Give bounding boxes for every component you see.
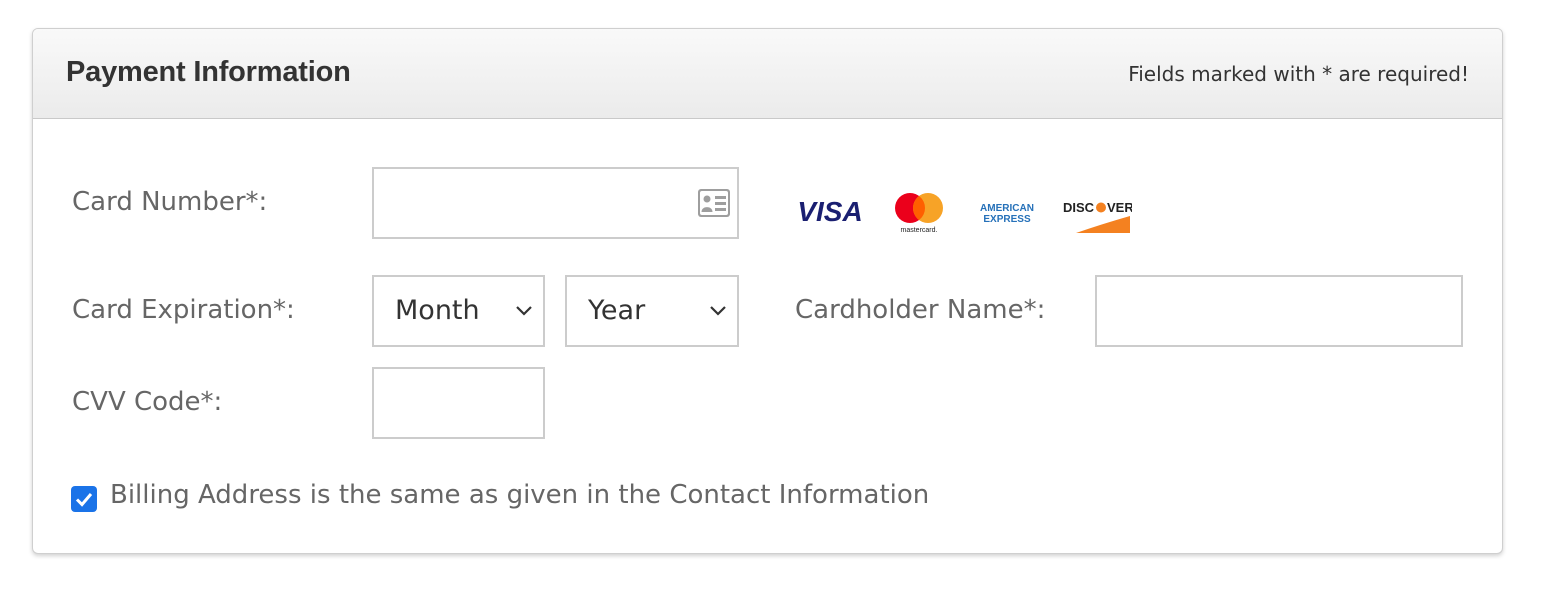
- chevron-down-icon: [710, 306, 726, 316]
- chevron-down-icon: [516, 306, 532, 316]
- visa-logo-icon: VISA: [797, 196, 862, 226]
- cvv-code-input[interactable]: [372, 367, 545, 439]
- checkmark-icon: [75, 493, 93, 507]
- svg-text:DISC: DISC: [1063, 200, 1095, 215]
- expiration-month-value: Month: [395, 295, 480, 326]
- discover-logo-icon: DISC VER: [1063, 200, 1132, 233]
- american-express-logo-icon: AMERICAN EXPRESS: [980, 203, 1034, 225]
- cvv-code-label: CVV Code*:: [72, 387, 223, 417]
- card-number-label: Card Number*:: [72, 187, 268, 217]
- expiration-year-select[interactable]: Year: [565, 275, 739, 347]
- expiration-month-select[interactable]: Month: [372, 275, 545, 347]
- panel-header: Payment Information Fields marked with *…: [33, 29, 1502, 119]
- svg-text:EXPRESS: EXPRESS: [983, 214, 1031, 225]
- svg-text:VER: VER: [1107, 200, 1132, 215]
- mastercard-logo-icon: mastercard.: [895, 193, 943, 234]
- payment-information-panel: Payment Information Fields marked with *…: [32, 28, 1503, 554]
- svg-text:VISA: VISA: [797, 196, 862, 226]
- id-card-icon: [698, 189, 730, 217]
- billing-same-checkbox[interactable]: [71, 486, 97, 512]
- svg-text:mastercard.: mastercard.: [901, 227, 938, 234]
- panel-title: Payment Information: [66, 56, 351, 88]
- cardholder-name-input[interactable]: [1095, 275, 1463, 347]
- card-expiration-label: Card Expiration*:: [72, 295, 295, 325]
- expiration-year-value: Year: [588, 295, 646, 326]
- cardholder-name-label: Cardholder Name*:: [795, 295, 1046, 325]
- svg-text:AMERICAN: AMERICAN: [980, 203, 1034, 214]
- card-number-input[interactable]: [372, 167, 739, 239]
- required-fields-note: Fields marked with * are required!: [1128, 62, 1469, 86]
- billing-same-label[interactable]: Billing Address is the same as given in …: [110, 480, 929, 510]
